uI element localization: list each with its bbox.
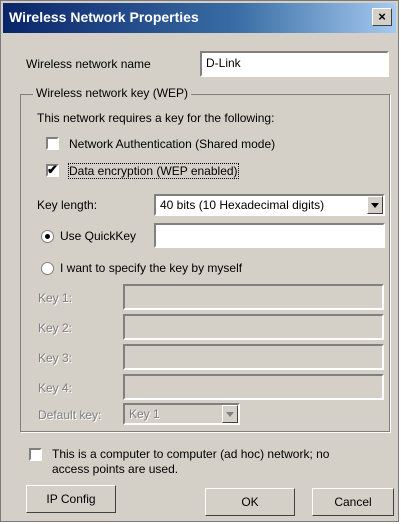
cancel-button[interactable]: Cancel (312, 488, 394, 516)
default-key-value: Key 1 (129, 407, 160, 421)
key-2-input[interactable] (123, 314, 384, 340)
data-encryption-label[interactable]: Data encryption (WEP enabled) (68, 163, 239, 179)
chevron-down-icon (371, 203, 379, 208)
network-name-value: D-Link (206, 56, 241, 70)
dropdown-arrow-button[interactable] (222, 405, 238, 423)
key-length-dropdown[interactable]: 40 bits (10 Hexadecimal digits) (154, 194, 385, 216)
use-quickkey-label[interactable]: Use QuickKey (60, 229, 136, 243)
data-encryption-checkbox[interactable]: ✔ (46, 162, 59, 177)
dropdown-arrow-button[interactable] (367, 196, 383, 214)
close-button[interactable]: × (372, 8, 392, 26)
wep-intro-text: This network requires a key for the foll… (37, 111, 275, 125)
default-key-dropdown[interactable]: Key 1 (123, 403, 240, 425)
ip-config-button[interactable]: IP Config (26, 485, 116, 513)
key-length-label: Key length: (37, 198, 98, 212)
adhoc-checkbox[interactable] (29, 448, 42, 461)
key-3-input[interactable] (123, 344, 384, 370)
wep-group-title: Wireless network key (WEP) (33, 86, 192, 100)
dialog-window: Wireless Network Properties × Wireless n… (0, 0, 399, 522)
network-auth-label[interactable]: Network Authentication (Shared mode) (69, 137, 275, 151)
key-4-input[interactable] (123, 374, 384, 400)
use-quickkey-radio[interactable] (41, 230, 54, 243)
network-name-input[interactable]: D-Link (200, 51, 389, 77)
key-length-value: 40 bits (10 Hexadecimal digits) (160, 198, 325, 212)
key-3-label: Key 3: (38, 351, 73, 365)
key-4-label: Key 4: (38, 381, 73, 395)
default-key-label: Default key: (38, 408, 102, 422)
network-name-label: Wireless network name (26, 57, 151, 71)
ok-button[interactable]: OK (205, 488, 295, 516)
quickkey-input[interactable] (154, 223, 385, 248)
key-2-label: Key 2: (38, 321, 73, 335)
specify-key-label[interactable]: I want to specify the key by myself (60, 261, 242, 275)
key-1-input[interactable] (123, 284, 384, 310)
adhoc-label-line1[interactable]: This is a computer to computer (ad hoc) … (52, 447, 329, 461)
checkmark-icon: ✔ (47, 162, 58, 177)
title-bar[interactable]: Wireless Network Properties × (3, 3, 396, 33)
network-auth-checkbox[interactable] (46, 137, 59, 150)
specify-key-radio[interactable] (41, 262, 54, 275)
radio-dot-icon (45, 234, 50, 239)
key-1-label: Key 1: (38, 291, 73, 305)
adhoc-label-line2[interactable]: access points are used. (52, 462, 178, 476)
chevron-down-icon (226, 412, 234, 417)
window-title: Wireless Network Properties (9, 9, 199, 25)
